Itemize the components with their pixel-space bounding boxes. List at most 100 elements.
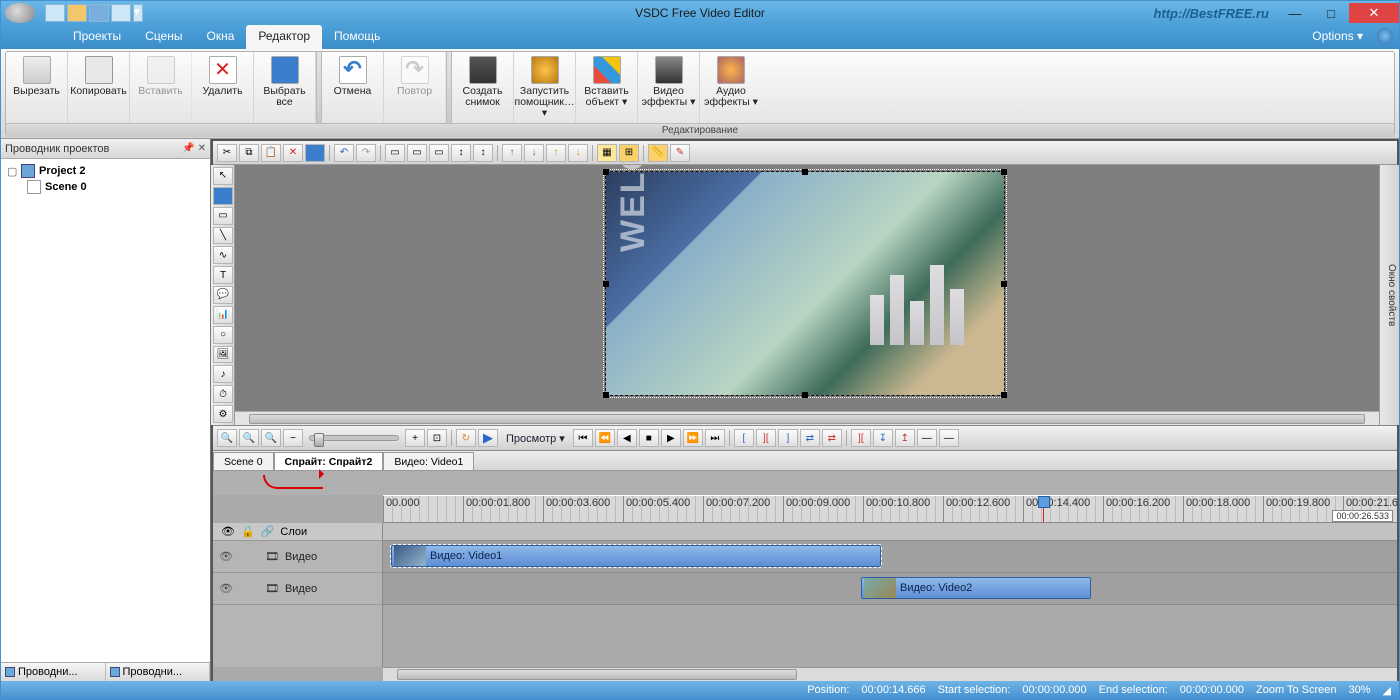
menu-editor[interactable]: Редактор xyxy=(246,25,322,49)
tb-align-icon[interactable]: ▭ xyxy=(385,144,405,162)
eye-icon[interactable]: 👁 xyxy=(219,582,233,595)
tb-del-icon[interactable]: ✕ xyxy=(283,144,303,162)
zoom-fit-icon[interactable]: 🔍 xyxy=(261,429,281,447)
tool-chart-icon[interactable]: 📊 xyxy=(213,306,233,324)
copy-button[interactable]: Копировать xyxy=(68,52,130,123)
qat-export-icon[interactable] xyxy=(111,4,131,22)
timeline-hscroll[interactable] xyxy=(383,667,1397,681)
tool-curve-icon[interactable]: ∿ xyxy=(213,246,233,264)
qat-new-icon[interactable] xyxy=(45,4,65,22)
cut-button[interactable]: Вырезать xyxy=(6,52,68,123)
collapse-icon[interactable]: ▢ xyxy=(7,165,17,178)
swap-icon[interactable]: ⇄ xyxy=(800,429,820,447)
tb-copy-icon[interactable]: ⧉ xyxy=(239,144,259,162)
tb-grid-icon[interactable]: ▦ xyxy=(597,144,617,162)
redo-button[interactable]: Повтор xyxy=(384,52,446,123)
zoom-reset-icon[interactable]: ⊡ xyxy=(427,429,447,447)
rewind-icon[interactable]: ⏪ xyxy=(595,429,615,447)
resize-grip-icon[interactable]: ◢ xyxy=(1383,684,1391,697)
minimize-button[interactable]: — xyxy=(1277,3,1313,23)
tool-pointer-icon[interactable]: ↖ xyxy=(213,167,233,185)
tb-ar3-icon[interactable]: ↑ xyxy=(546,144,566,162)
video-effects-button[interactable]: Видео эффекты ▾ xyxy=(638,52,700,123)
stage-selection[interactable]: WELCOME xyxy=(605,171,1005,396)
preview-label[interactable]: Просмотр ▾ xyxy=(500,432,571,445)
zoom-out-icon[interactable]: 🔍 xyxy=(239,429,259,447)
wizard-button[interactable]: Запустить помощник… ▾ xyxy=(514,52,576,123)
zoom-slider[interactable] xyxy=(309,435,399,441)
tb-paste-icon[interactable]: 📋 xyxy=(261,144,281,162)
paste-button[interactable]: Вставить xyxy=(130,52,192,123)
lock-icon[interactable]: 🔒 xyxy=(241,525,255,538)
track-header-2[interactable]: 👁 🎞 Видео xyxy=(213,573,382,605)
audio-effects-button[interactable]: Аудио эффекты ▾ xyxy=(700,52,762,123)
split3-icon[interactable]: ↥ xyxy=(895,429,915,447)
clip-video-2[interactable]: Видео: Video2 xyxy=(861,577,1091,599)
delete-button[interactable]: Удалить xyxy=(192,52,254,123)
zoom-minus-icon[interactable]: − xyxy=(283,429,303,447)
tool-gear-icon[interactable]: ⚙ xyxy=(213,405,233,423)
tb-align3-icon[interactable]: ▭ xyxy=(429,144,449,162)
time-ruler[interactable]: 00.000 00:00:01.800 00:00:03.600 00:00:0… xyxy=(383,495,1397,523)
track-header-1[interactable]: 👁 🎞 Видео xyxy=(213,541,382,573)
tb-ar1-icon[interactable]: ↑ xyxy=(502,144,522,162)
tb-order2-icon[interactable]: ↕ xyxy=(473,144,493,162)
ffwd-icon[interactable]: ⏩ xyxy=(683,429,703,447)
goto-start-icon[interactable]: ⏮ xyxy=(573,429,593,447)
goto-end-icon[interactable]: ⏭ xyxy=(705,429,725,447)
properties-tab[interactable]: Окно свойств xyxy=(1379,165,1399,425)
tool-media-icon[interactable]: 🖼 xyxy=(213,346,233,364)
loop-icon[interactable]: ↻ xyxy=(456,429,476,447)
snapshot-button[interactable]: Создать снимок xyxy=(452,52,514,123)
tool-counter-icon[interactable]: ⏱ xyxy=(213,385,233,403)
qat-dropdown-icon[interactable]: ▾ xyxy=(133,4,143,22)
undo-button[interactable]: Отмена xyxy=(322,52,384,123)
swap2-icon[interactable]: ⇄ xyxy=(822,429,842,447)
tool-rect2-icon[interactable]: ▭ xyxy=(213,207,233,225)
qat-open-icon[interactable] xyxy=(67,4,87,22)
maximize-button[interactable]: □ xyxy=(1313,3,1349,23)
help-icon[interactable] xyxy=(1377,28,1393,44)
stop-icon[interactable]: ■ xyxy=(639,429,659,447)
menu-projects[interactable]: Проекты xyxy=(61,25,133,49)
playhead[interactable] xyxy=(1043,496,1044,523)
mark-out-icon[interactable]: ] xyxy=(778,429,798,447)
step-fwd-icon[interactable]: ▶ xyxy=(661,429,681,447)
tl-tab-scene[interactable]: Scene 0 xyxy=(213,452,274,470)
tool-line-icon[interactable]: ╲ xyxy=(213,227,233,245)
explorer-tab-1[interactable]: Проводни... xyxy=(1,663,106,681)
split2-icon[interactable]: ↧ xyxy=(873,429,893,447)
menu-windows[interactable]: Окна xyxy=(195,25,247,49)
select-all-button[interactable]: Выбрать все xyxy=(254,52,316,123)
pin-icon[interactable]: 📌 ✕ xyxy=(182,143,206,154)
tool-tip-icon[interactable]: 💬 xyxy=(213,286,233,304)
mark-in-icon[interactable]: [ xyxy=(734,429,754,447)
tool-text-icon[interactable]: T xyxy=(213,266,233,284)
insert-object-button[interactable]: Вставить объект ▾ xyxy=(576,52,638,123)
close-button[interactable]: ✕ xyxy=(1349,3,1399,23)
split4-icon[interactable]: — xyxy=(917,429,937,447)
qat-save-icon[interactable] xyxy=(89,4,109,22)
tl-tab-video[interactable]: Видео: Video1 xyxy=(383,452,474,470)
eye-icon[interactable]: 👁 xyxy=(221,525,235,538)
explorer-tab-2[interactable]: Проводни... xyxy=(106,663,211,681)
tree-scene[interactable]: Scene 0 xyxy=(25,179,206,195)
step-back-icon[interactable]: ◀ xyxy=(617,429,637,447)
eye-icon[interactable]: 👁 xyxy=(219,550,233,563)
canvas[interactable]: WELCOME xyxy=(235,165,1379,425)
menu-options[interactable]: Options ▾ xyxy=(1304,25,1371,49)
tb-undo-icon[interactable]: ↶ xyxy=(334,144,354,162)
tl-tab-sprite[interactable]: Спрайт: Спрайт2 xyxy=(274,452,384,470)
tb-ar2-icon[interactable]: ↓ xyxy=(524,144,544,162)
zoom-plus-icon[interactable]: + xyxy=(405,429,425,447)
tb-cut-icon[interactable]: ✂ xyxy=(217,144,237,162)
clip-video-1[interactable]: Видео: Video1 xyxy=(391,545,881,567)
tb-sel-icon[interactable] xyxy=(305,144,325,162)
tool-rect-icon[interactable] xyxy=(213,187,233,205)
tb-pen-icon[interactable]: ✎ xyxy=(670,144,690,162)
tool-audio-icon[interactable]: ♪ xyxy=(213,365,233,383)
tb-ruler-icon[interactable]: 📏 xyxy=(648,144,668,162)
tb-redo-icon[interactable]: ↷ xyxy=(356,144,376,162)
canvas-hscroll[interactable] xyxy=(235,411,1379,425)
link-icon[interactable]: 🔗 xyxy=(261,525,275,538)
